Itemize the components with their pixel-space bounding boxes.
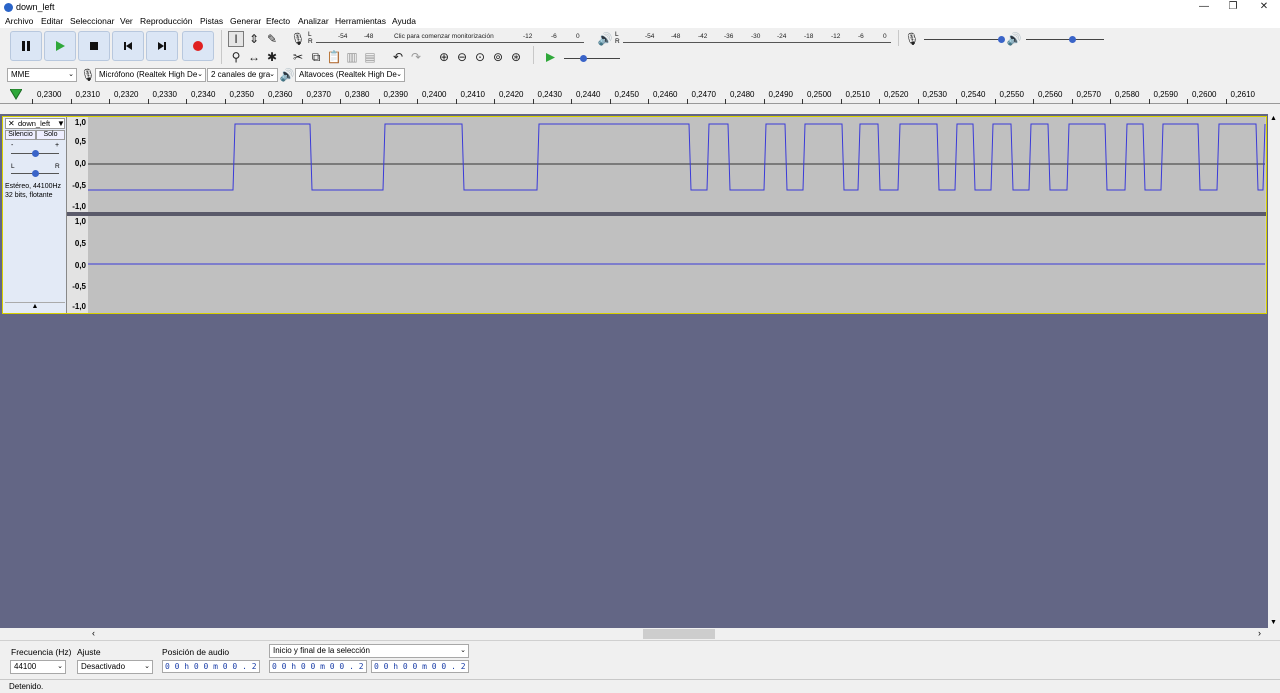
project-rate-select[interactable]: 44100 ⌄ (10, 660, 66, 674)
selection-start-field[interactable]: 0 0 h 0 0 m 0 0 . 2 9 5 s (269, 660, 367, 673)
status-bar: Detenido. (0, 679, 1280, 693)
audio-position-label: Posición de audio (162, 647, 230, 657)
selection-mode-select[interactable]: Inicio y final de la selección ⌄ (269, 644, 469, 658)
selection-end-field[interactable]: 0 0 h 0 0 m 0 0 . 2 9 5 s (371, 660, 469, 673)
horizontal-scrollbar[interactable]: ‹ › (88, 628, 1268, 640)
vertical-scrollbar[interactable]: ▲ ▼ (1268, 114, 1280, 628)
scroll-down-icon[interactable]: ▼ (1270, 619, 1277, 626)
chevron-down-icon: ⌄ (57, 663, 63, 670)
snap-value: Desactivado (81, 662, 126, 671)
audio-position-field[interactable]: 0 0 h 0 0 m 0 0 . 2 9 5 s (162, 660, 260, 673)
snap-select[interactable]: Desactivado ⌄ (77, 660, 153, 674)
waveform-layer (88, 123, 1266, 265)
chevron-down-icon: ⌄ (144, 663, 150, 670)
waveform-left-channel (88, 123, 1266, 191)
scroll-right-icon[interactable]: › (1258, 628, 1261, 638)
project-rate-value: 44100 (14, 662, 37, 671)
selection-mode-value: Inicio y final de la selección (273, 646, 370, 655)
chevron-down-icon: ⌄ (460, 647, 466, 654)
scroll-left-icon[interactable]: ‹ (92, 628, 95, 638)
rate-label: Frecuencia (Hz) (11, 647, 72, 657)
scroll-up-icon[interactable]: ▲ (1270, 115, 1277, 122)
horizontal-scroll-thumb[interactable] (643, 629, 715, 639)
snap-label: Ajuste (77, 647, 101, 657)
status-text: Detenido. (9, 682, 44, 691)
